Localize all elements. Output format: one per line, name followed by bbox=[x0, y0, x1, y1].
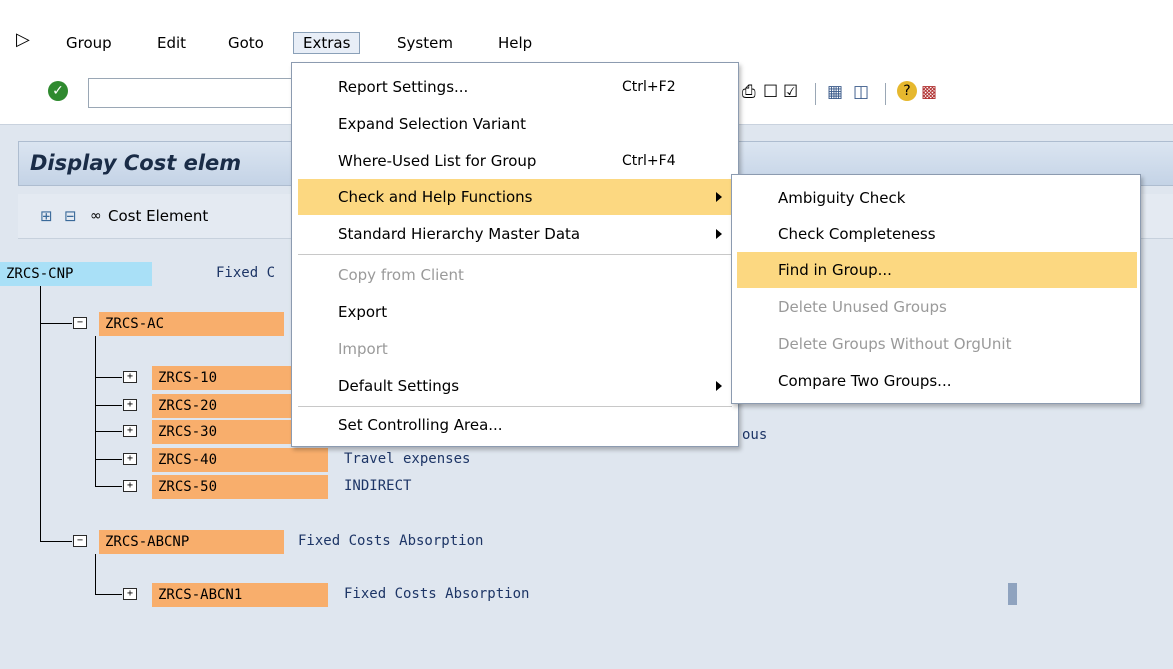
tree-node-ac[interactable]: ZRCS-AC bbox=[99, 312, 284, 336]
menu-edit[interactable]: Edit bbox=[157, 34, 186, 52]
page-title: Display Cost elem bbox=[30, 151, 242, 175]
expand-icon[interactable]: + bbox=[123, 480, 137, 492]
menu-item-export[interactable]: Export bbox=[292, 294, 738, 330]
tree-line bbox=[95, 336, 96, 487]
text-cursor bbox=[1008, 583, 1017, 605]
tree-node-zrcs-50[interactable]: ZRCS-50 bbox=[152, 475, 328, 499]
submenu-arrow-icon bbox=[716, 381, 722, 391]
menu-item-label: Expand Selection Variant bbox=[338, 115, 526, 133]
shortcut-icon[interactable]: ◫ bbox=[853, 82, 869, 102]
toolbar-separator bbox=[885, 83, 886, 105]
menu-item-label: Standard Hierarchy Master Data bbox=[338, 225, 581, 243]
menu-item-label: Export bbox=[338, 303, 388, 321]
tree-node-abcn1[interactable]: ZRCS-ABCN1 bbox=[152, 583, 328, 607]
menu-item-where-used-list[interactable]: Where-Used List for Group Ctrl+F4 bbox=[292, 143, 738, 179]
tree-line bbox=[40, 323, 72, 324]
menu-item-default-settings[interactable]: Default Settings bbox=[292, 368, 738, 404]
expand-all-icon[interactable]: ⊞ bbox=[40, 206, 53, 226]
menu-item-ambiguity-check[interactable]: Ambiguity Check bbox=[732, 180, 1140, 216]
expand-icon[interactable]: + bbox=[123, 371, 137, 383]
tree-line bbox=[40, 286, 41, 542]
menu-item-expand-selection-variant[interactable]: Expand Selection Variant bbox=[292, 106, 738, 142]
menu-goto[interactable]: Goto bbox=[228, 34, 264, 52]
menu-item-label: Set Controlling Area... bbox=[338, 416, 503, 434]
tree-line bbox=[95, 486, 122, 487]
menu-options-icon[interactable]: ▷ bbox=[16, 29, 30, 50]
menu-item-check-and-help-functions[interactable]: Check and Help Functions bbox=[298, 179, 734, 215]
menu-item-copy-from-client: Copy from Client bbox=[292, 257, 738, 293]
menu-item-delete-unused-groups: Delete Unused Groups bbox=[732, 289, 1140, 325]
extras-menu: Report Settings... Ctrl+F2 Expand Select… bbox=[291, 62, 739, 447]
menu-item-shortcut: Ctrl+F2 bbox=[622, 79, 676, 95]
menu-group[interactable]: Group bbox=[66, 34, 112, 52]
menu-item-label: Copy from Client bbox=[338, 266, 464, 284]
menu-item-compare-two-groups[interactable]: Compare Two Groups... bbox=[732, 363, 1140, 399]
enter-check-icon[interactable]: ✓ bbox=[48, 81, 68, 101]
menu-item-label: Find in Group... bbox=[778, 261, 892, 279]
menu-item-label: Delete Unused Groups bbox=[778, 298, 947, 316]
menu-separator bbox=[298, 254, 732, 255]
toolbar-separator bbox=[815, 83, 816, 105]
menu-system[interactable]: System bbox=[397, 34, 453, 52]
tree-line bbox=[40, 541, 72, 542]
tree-node-zrcs-40[interactable]: ZRCS-40 bbox=[152, 448, 328, 472]
menu-item-label: Ambiguity Check bbox=[778, 189, 906, 207]
create-session-icon[interactable]: ▦ bbox=[827, 82, 843, 102]
tree-line bbox=[95, 405, 122, 406]
expand-icon[interactable]: + bbox=[123, 588, 137, 600]
customize-layout-icon[interactable]: ▩ bbox=[921, 82, 937, 102]
submenu-arrow-icon bbox=[716, 229, 722, 239]
collapse-icon[interactable]: − bbox=[73, 535, 87, 547]
menu-item-delete-groups-without-orgunit: Delete Groups Without OrgUnit bbox=[732, 326, 1140, 362]
tree-line bbox=[95, 431, 122, 432]
tree-node-zrcs-30[interactable]: ZRCS-30 bbox=[152, 420, 292, 444]
menu-item-standard-hierarchy-master-data[interactable]: Standard Hierarchy Master Data bbox=[292, 216, 738, 252]
tree-line bbox=[95, 459, 122, 460]
menu-item-import: Import bbox=[292, 331, 738, 367]
tree-node-zrcs-20[interactable]: ZRCS-20 bbox=[152, 394, 292, 418]
command-field[interactable] bbox=[88, 78, 293, 108]
menu-help[interactable]: Help bbox=[498, 34, 532, 52]
tree-node-root[interactable]: ZRCS-CNP bbox=[0, 262, 152, 286]
tree-node-root-desc: Fixed C bbox=[216, 265, 276, 281]
tree-node-abcnp-desc: Fixed Costs Absorption bbox=[298, 533, 484, 549]
menu-item-label: Compare Two Groups... bbox=[778, 372, 952, 390]
menu-item-find-in-group[interactable]: Find in Group... bbox=[737, 252, 1137, 288]
collapse-icon[interactable]: − bbox=[73, 317, 87, 329]
tree-line bbox=[95, 594, 122, 595]
tree-node-abcnp[interactable]: ZRCS-ABCNP bbox=[99, 530, 284, 554]
tree-node-zrcs-40-desc: Travel expenses bbox=[344, 451, 471, 467]
submenu-arrow-icon bbox=[716, 192, 722, 202]
menu-item-shortcut: Ctrl+F4 bbox=[622, 153, 676, 169]
menu-item-label: Import bbox=[338, 340, 388, 358]
menu-item-label: Check and Help Functions bbox=[338, 188, 533, 206]
print-icon[interactable]: ⎙ bbox=[742, 82, 756, 102]
collapse-all-icon[interactable]: ⊟ bbox=[64, 206, 77, 226]
menu-item-label: Where-Used List for Group bbox=[338, 152, 537, 170]
expand-icon[interactable]: + bbox=[123, 425, 137, 437]
find-next-icon[interactable]: ☑ bbox=[783, 82, 798, 102]
tree-node-zrcs-10[interactable]: ZRCS-10 bbox=[152, 366, 292, 390]
menu-item-set-controlling-area[interactable]: Set Controlling Area... bbox=[292, 407, 738, 443]
menu-item-label: Delete Groups Without OrgUnit bbox=[778, 335, 1012, 353]
expand-icon[interactable]: + bbox=[123, 453, 137, 465]
menu-item-label: Default Settings bbox=[338, 377, 460, 395]
glasses-icon[interactable]: ∞ bbox=[90, 206, 102, 226]
tree-node-zrcs-30-desc: ous bbox=[742, 427, 768, 443]
tree-line bbox=[95, 554, 96, 594]
menu-item-label: Report Settings... bbox=[338, 78, 469, 96]
menu-extras[interactable]: Extras bbox=[293, 32, 361, 54]
menu-item-label: Check Completeness bbox=[778, 225, 936, 243]
check-and-help-submenu: Ambiguity Check Check Completeness Find … bbox=[731, 174, 1141, 404]
tree-node-zrcs-50-desc: INDIRECT bbox=[344, 478, 412, 494]
help-icon[interactable]: ? bbox=[897, 81, 917, 101]
find-icon[interactable]: ☐ bbox=[763, 82, 778, 102]
menu-item-check-completeness[interactable]: Check Completeness bbox=[732, 216, 1140, 252]
cost-element-button[interactable]: Cost Element bbox=[108, 207, 208, 225]
tree-line bbox=[95, 377, 122, 378]
menu-item-report-settings[interactable]: Report Settings... Ctrl+F2 bbox=[292, 69, 738, 105]
expand-icon[interactable]: + bbox=[123, 399, 137, 411]
tree-node-abcn1-desc: Fixed Costs Absorption bbox=[344, 586, 530, 602]
menu-bar: ▷ Group Edit Goto Extras System Help bbox=[0, 0, 1173, 64]
